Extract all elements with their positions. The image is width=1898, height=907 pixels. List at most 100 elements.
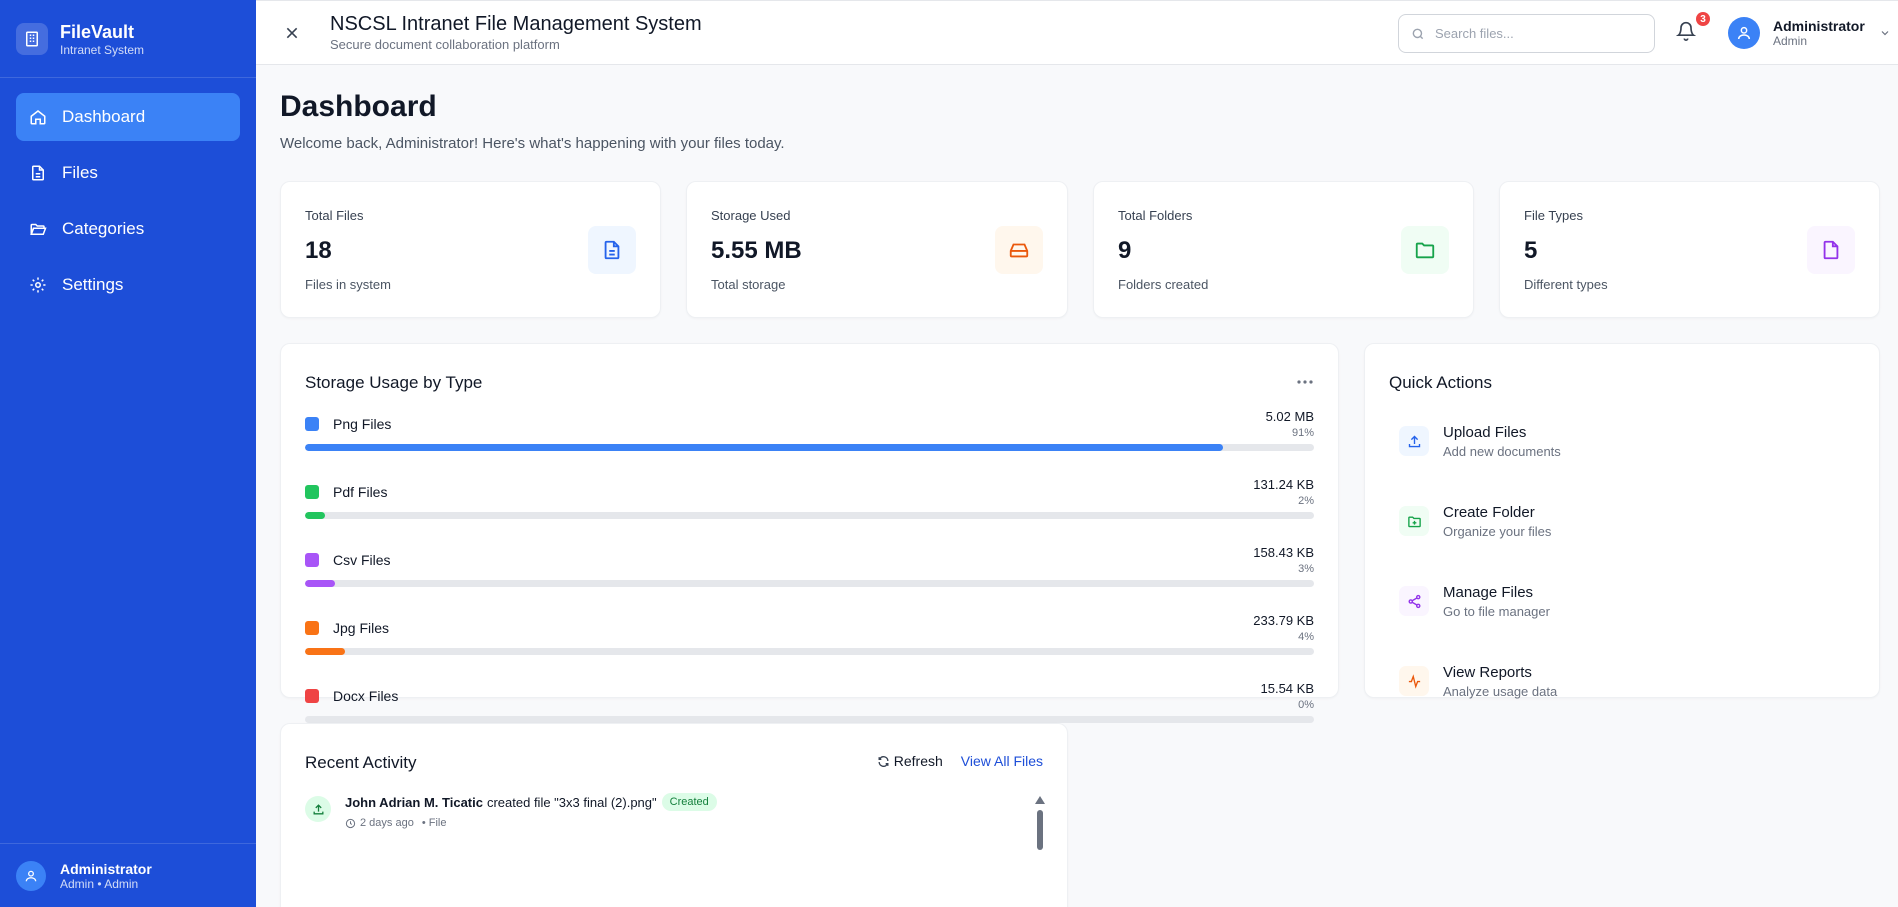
quick-actions-card: Quick Actions Upload Files Add new docume…: [1364, 343, 1880, 699]
progress-fill: [305, 444, 1224, 451]
sidebar: FileVault Intranet System Dashboard File…: [0, 0, 256, 907]
action-title: View Reports: [1443, 664, 1532, 681]
stat-note: Different types: [1524, 277, 1608, 292]
action-subtitle: Go to file manager: [1443, 604, 1550, 619]
stat-note: Folders created: [1118, 277, 1209, 292]
stat-value: 5: [1524, 237, 1538, 264]
app-title: NSCSL Intranet File Management System: [330, 12, 702, 35]
list-item[interactable]: John Adrian M. Ticatic created file "3x3…: [305, 793, 717, 829]
progress-track: [305, 648, 1314, 655]
scroll-up-arrow[interactable]: [1035, 796, 1045, 804]
legend-swatch: [305, 485, 319, 499]
manage-files-action[interactable]: Manage Files Go to file manager: [1399, 584, 1550, 640]
storage-row: Png Files 5.02 MB 91%: [305, 407, 1314, 471]
activity-text: created file "3x3 final (2).png": [486, 794, 657, 810]
view-all-files-link[interactable]: View All Files: [961, 753, 1043, 769]
sidebar-user-name: Administrator: [60, 860, 152, 877]
legend-swatch: [305, 553, 319, 567]
upload-icon: [305, 796, 331, 822]
sidebar-user-role: Admin • Admin: [60, 876, 139, 891]
document-icon: [588, 226, 636, 274]
file-icon: [28, 163, 48, 183]
activity-type: • File: [421, 817, 447, 829]
view-reports-action[interactable]: View Reports Analyze usage data: [1399, 664, 1557, 720]
scrollbar-thumb[interactable]: [1037, 810, 1043, 850]
notifications-button[interactable]: [1675, 21, 1700, 45]
user-name: Administrator: [1773, 18, 1865, 34]
stat-card-total-files: Total Files 18 Files in system: [280, 181, 661, 318]
app-subtitle: Secure document collaboration platform: [330, 36, 560, 52]
gear-icon: [28, 275, 48, 295]
sidebar-item-label: Dashboard: [62, 107, 146, 126]
file-type-size: 5.02 MB: [1265, 409, 1314, 424]
upload-files-action[interactable]: Upload Files Add new documents: [1399, 424, 1561, 480]
progress-fill: [305, 512, 326, 519]
user-icon: [1728, 17, 1760, 49]
progress-track: [305, 512, 1314, 519]
activity-user: John Adrian M. Ticatic: [345, 794, 483, 810]
home-icon: [28, 107, 48, 127]
search-box: [1398, 14, 1655, 53]
legend-swatch: [305, 689, 319, 703]
storage-row: Pdf Files 131.24 KB 2%: [305, 475, 1314, 539]
progress-track: [305, 580, 1314, 587]
page-subtitle: Welcome back, Administrator! Here's what…: [280, 135, 785, 152]
more-options-button[interactable]: [1296, 372, 1314, 390]
storage-row: Csv Files 158.43 KB 3%: [305, 543, 1314, 607]
sidebar-user[interactable]: Administrator Admin • Admin: [0, 843, 256, 907]
folder-open-icon: [28, 219, 48, 239]
notification-badge: 3: [1696, 12, 1710, 26]
file-type-percent: 91%: [1291, 427, 1314, 439]
stat-label: Total Files: [305, 208, 364, 223]
refresh-button[interactable]: Refresh: [877, 753, 943, 769]
brand: FileVault Intranet System: [0, 0, 256, 78]
file-type-name: Csv Files: [333, 552, 391, 568]
sidebar-item-files[interactable]: Files: [16, 149, 240, 197]
sidebar-item-dashboard[interactable]: Dashboard: [16, 93, 240, 141]
stat-value: 5.55 MB: [711, 237, 802, 264]
sidebar-nav: Dashboard Files Categories Settings: [0, 78, 256, 332]
search-icon: [1412, 28, 1424, 39]
quick-actions-title: Quick Actions: [1389, 373, 1492, 392]
activity-icon: [1399, 666, 1429, 696]
search-input[interactable]: [1435, 26, 1635, 41]
sidebar-item-categories[interactable]: Categories: [16, 205, 240, 253]
legend-swatch: [305, 417, 319, 431]
status-badge: Created: [661, 793, 717, 811]
folder-icon: [1401, 226, 1449, 274]
bell-icon: [1675, 21, 1697, 41]
recent-activity-title: Recent Activity: [305, 753, 417, 772]
progress-fill: [305, 648, 346, 655]
sidebar-item-label: Categories: [62, 219, 145, 238]
stat-note: Total storage: [711, 277, 786, 292]
action-subtitle: Organize your files: [1443, 524, 1552, 539]
action-title: Create Folder: [1443, 504, 1535, 521]
user-role: Admin: [1773, 34, 1808, 48]
action-subtitle: Analyze usage data: [1443, 684, 1558, 699]
storage-usage-title: Storage Usage by Type: [305, 373, 483, 392]
refresh-icon: [878, 755, 889, 767]
sidebar-item-settings[interactable]: Settings: [16, 261, 240, 309]
create-folder-action[interactable]: Create Folder Organize your files: [1399, 504, 1551, 560]
stat-label: Storage Used: [711, 208, 791, 223]
action-title: Upload Files: [1443, 424, 1527, 441]
page-title: Dashboard: [280, 90, 437, 123]
file-type-name: Png Files: [333, 416, 392, 432]
share-icon: [1399, 586, 1429, 616]
storage-row: Jpg Files 233.79 KB 4%: [305, 611, 1314, 675]
file-type-name: Pdf Files: [333, 484, 388, 500]
recent-activity-card: Recent Activity Refresh View All Files J…: [280, 723, 1068, 907]
stat-note: Files in system: [305, 277, 391, 292]
sidebar-item-label: Settings: [62, 275, 124, 294]
storage-usage-card: Storage Usage by Type Png Files 5.02 MB 91…: [280, 343, 1339, 723]
close-button[interactable]: [280, 21, 304, 45]
stat-card-file-types: File Types 5 Different types: [1499, 181, 1880, 318]
file-type-percent: 4%: [1298, 631, 1314, 643]
user-menu[interactable]: Administrator Admin: [1728, 17, 1891, 49]
progress-track: [305, 716, 1314, 723]
stat-label: File Types: [1524, 208, 1584, 223]
file-type-percent: 2%: [1298, 495, 1314, 507]
legend-swatch: [305, 621, 319, 635]
stat-value: 9: [1118, 237, 1132, 264]
stat-card-storage-used: Storage Used 5.55 MB Total storage: [686, 181, 1068, 318]
